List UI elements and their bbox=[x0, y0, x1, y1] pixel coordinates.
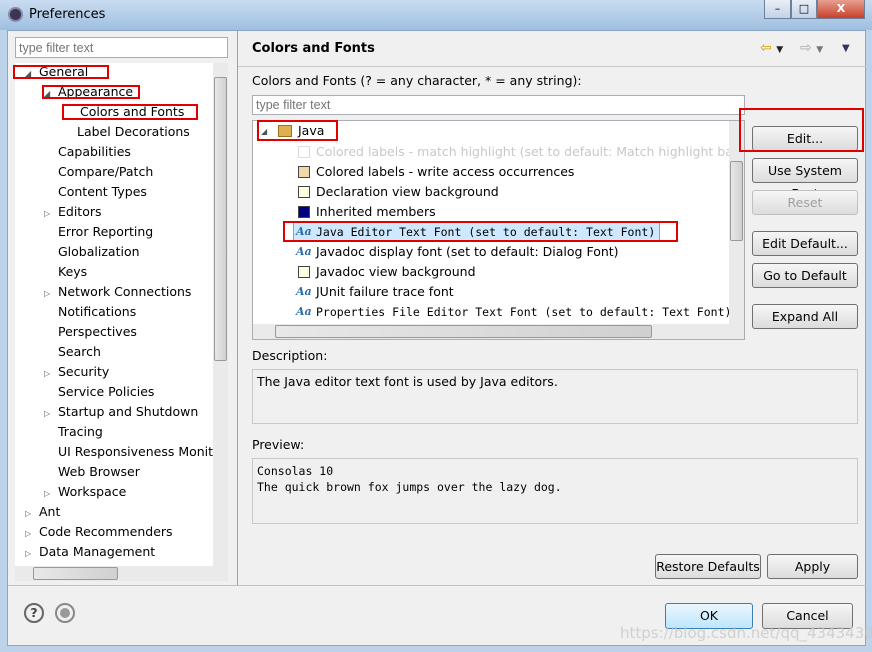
description-label: Description: bbox=[252, 348, 328, 363]
expand-arrow-icon[interactable]: ▷ bbox=[44, 209, 50, 218]
colors-filter-input[interactable] bbox=[252, 95, 745, 115]
expand-arrow-icon[interactable]: ▷ bbox=[44, 369, 50, 378]
maximize-button[interactable]: □ bbox=[791, 0, 817, 19]
color-swatch-icon bbox=[298, 206, 310, 218]
view-menu-icon[interactable]: ▼ bbox=[842, 43, 850, 54]
tree-item[interactable]: Tracing bbox=[58, 422, 103, 442]
font-icon: Aa bbox=[296, 245, 312, 258]
highlight-java-editor-font bbox=[283, 221, 678, 242]
left-filter-input[interactable] bbox=[15, 37, 228, 58]
tree-item[interactable]: Workspace bbox=[58, 482, 126, 502]
tree-item[interactable]: Notifications bbox=[58, 302, 136, 322]
tree-item[interactable]: Globalization bbox=[58, 242, 140, 262]
tree-item[interactable]: Startup and Shutdown bbox=[58, 402, 198, 422]
expand-arrow-icon[interactable]: ▷ bbox=[25, 549, 31, 558]
preview-font-name: Consolas 10 bbox=[257, 464, 334, 478]
tree-item[interactable]: Search bbox=[58, 342, 101, 362]
preview-box: Consolas 10 The quick brown fox jumps ov… bbox=[252, 458, 858, 524]
preference-tree[interactable]: ◢ General ◢ Appearance Colors and Fonts Label… bbox=[15, 63, 228, 581]
highlight-edit-button bbox=[739, 108, 864, 152]
color-font-item[interactable]: Colored labels - write access occurrence… bbox=[316, 162, 574, 182]
tree-item[interactable]: Service Policies bbox=[58, 382, 154, 402]
preview-sample-text: The quick brown fox jumps over the lazy … bbox=[257, 480, 562, 494]
color-font-item[interactable]: Declaration view background bbox=[316, 182, 499, 202]
window-title: Preferences bbox=[29, 7, 106, 22]
restore-defaults-button[interactable]: Restore Defaults bbox=[655, 554, 761, 579]
tree-item[interactable]: Editors bbox=[58, 202, 102, 222]
expand-arrow-icon[interactable]: ▷ bbox=[44, 409, 50, 418]
app-icon bbox=[8, 7, 23, 22]
font-icon: Aa bbox=[296, 305, 312, 318]
tree-item[interactable]: Ant bbox=[39, 502, 60, 522]
expand-arrow-icon[interactable]: ▷ bbox=[44, 289, 50, 298]
color-font-item[interactable]: Inherited members bbox=[316, 202, 436, 222]
color-swatch-icon bbox=[298, 266, 310, 278]
intro-label: Colors and Fonts (? = any character, * =… bbox=[252, 73, 582, 88]
highlight-appearance bbox=[42, 85, 140, 99]
import-export-icon[interactable] bbox=[55, 603, 75, 623]
tree-item[interactable]: Keys bbox=[58, 262, 87, 282]
tree-item[interactable]: Capabilities bbox=[58, 142, 131, 162]
font-icon: Aa bbox=[296, 285, 312, 298]
tree-item[interactable]: UI Responsiveness Monitoring bbox=[58, 442, 228, 462]
tree-item[interactable]: Perspectives bbox=[58, 322, 137, 342]
tree-item[interactable]: Error Reporting bbox=[58, 222, 153, 242]
back-icon[interactable]: ⇦ ▼ bbox=[760, 40, 783, 56]
minimize-button[interactable]: – bbox=[764, 0, 791, 19]
expand-all-button[interactable]: Expand All bbox=[752, 304, 858, 329]
expand-arrow-icon[interactable]: ▷ bbox=[25, 529, 31, 538]
tree-item[interactable]: Security bbox=[58, 362, 109, 382]
tree-item[interactable]: Code Recommenders bbox=[39, 522, 173, 542]
title-bar: Preferences – □ X bbox=[0, 0, 872, 30]
tree-horizontal-scrollbar[interactable] bbox=[15, 566, 228, 581]
reset-button[interactable]: Reset bbox=[752, 190, 858, 215]
expand-arrow-icon[interactable]: ▷ bbox=[44, 489, 50, 498]
color-font-item[interactable]: Colored labels - match highlight (set to… bbox=[316, 142, 744, 162]
description-box: The Java editor text font is used by Jav… bbox=[252, 369, 858, 424]
page-title: Colors and Fonts bbox=[252, 41, 375, 56]
tree-vertical-scrollbar[interactable] bbox=[213, 63, 228, 566]
color-font-item[interactable]: Javadoc display font (set to default: Di… bbox=[316, 242, 619, 262]
watermark: https://blog.csdn.net/qq_43434300 bbox=[620, 624, 872, 642]
forward-icon[interactable]: ⇨ ▼ bbox=[800, 40, 823, 56]
highlight-general bbox=[13, 65, 109, 79]
edit-default-button[interactable]: Edit Default... bbox=[752, 231, 858, 256]
apply-button[interactable]: Apply bbox=[767, 554, 858, 579]
close-button[interactable]: X bbox=[817, 0, 865, 19]
tree-item[interactable]: Network Connections bbox=[58, 282, 191, 302]
highlight-colors-and-fonts bbox=[62, 104, 198, 120]
tree-item[interactable]: Data Management bbox=[39, 542, 155, 562]
use-system-font-button[interactable]: Use System Font bbox=[752, 158, 858, 201]
header-separator bbox=[238, 66, 866, 67]
tree-item[interactable]: Compare/Patch bbox=[58, 162, 153, 182]
colors-horizontal-scrollbar[interactable] bbox=[253, 324, 744, 339]
description-text: The Java editor text font is used by Jav… bbox=[257, 374, 558, 389]
help-icon[interactable]: ? bbox=[24, 603, 44, 623]
highlight-java bbox=[257, 120, 338, 141]
tree-item[interactable]: Web Browser bbox=[58, 462, 140, 482]
preview-label: Preview: bbox=[252, 437, 305, 452]
divider bbox=[237, 31, 238, 585]
footer-separator bbox=[8, 585, 866, 586]
color-font-item[interactable]: Properties File Editor Text Font (set to… bbox=[316, 302, 731, 322]
go-to-default-button[interactable]: Go to Default bbox=[752, 263, 858, 288]
color-swatch-icon bbox=[298, 146, 310, 158]
color-font-item[interactable]: Javadoc view background bbox=[316, 262, 476, 282]
color-font-item[interactable]: JUnit failure trace font bbox=[316, 282, 454, 302]
color-swatch-icon bbox=[298, 186, 310, 198]
tree-item[interactable]: Label Decorations bbox=[77, 122, 190, 142]
color-swatch-icon bbox=[298, 166, 310, 178]
expand-arrow-icon[interactable]: ▷ bbox=[25, 509, 31, 518]
tree-item[interactable]: Content Types bbox=[58, 182, 147, 202]
